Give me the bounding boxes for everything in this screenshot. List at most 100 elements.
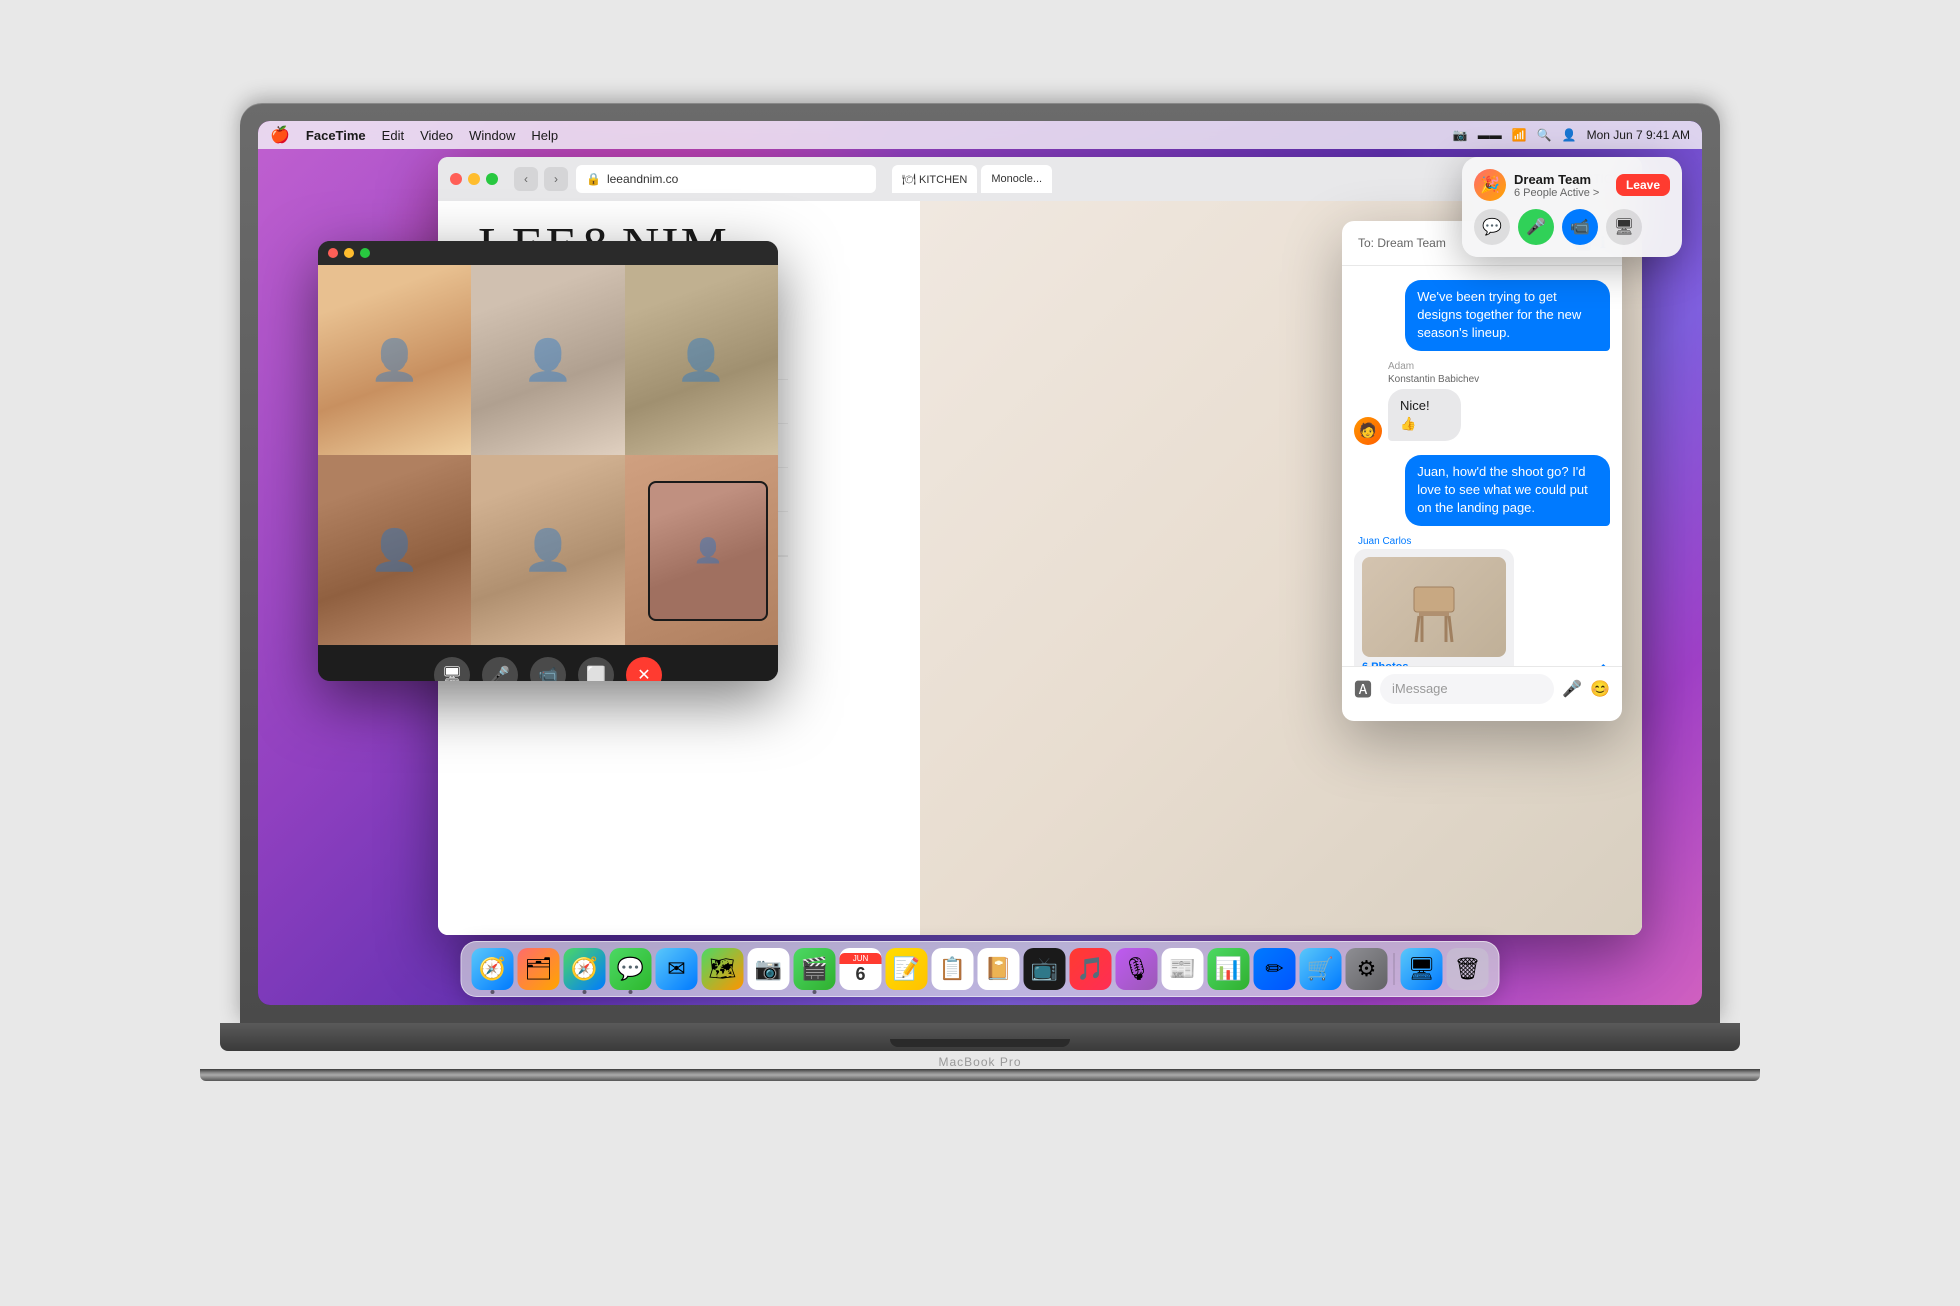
dock-finder-icon[interactable]: 🧭 — [472, 948, 514, 990]
menubar: 🍎 FaceTime Edit Video Window Help 📷 ▬▬ 📶… — [258, 121, 1702, 149]
ft-camera-button[interactable]: 📹 — [530, 657, 566, 681]
ft-close-dot[interactable] — [328, 248, 338, 258]
dock-sidecar-icon[interactable]: 🖥 — [1401, 948, 1443, 990]
dock-messages-icon[interactable]: 💬 — [610, 948, 652, 990]
widget-screen-button[interactable]: 🖥 — [1606, 209, 1642, 245]
browser-dots — [450, 173, 498, 185]
address-bar-lock-icon: 🔒 — [586, 172, 601, 186]
dock-photos-icon[interactable]: 📷 — [748, 948, 790, 990]
video-cell-1 — [318, 265, 471, 455]
dock-mail-icon[interactable]: ✉ — [656, 948, 698, 990]
messages-input-bar: 🅰 iMessage 🎤 😊 — [1342, 666, 1622, 710]
dock-separator — [1394, 953, 1395, 985]
browser-close-dot[interactable] — [450, 173, 462, 185]
dock-notes-icon[interactable]: 📝 — [886, 948, 928, 990]
ft-end-call-button[interactable]: ✕ — [626, 657, 662, 681]
menubar-video[interactable]: Video — [420, 128, 453, 143]
dock-news-icon[interactable]: 📰 — [1162, 948, 1204, 990]
messages-sender-konstantin: Konstantin Babichev — [1388, 374, 1479, 385]
widget-leave-button[interactable]: Leave — [1616, 174, 1670, 196]
ft-maximize-dot[interactable] — [360, 248, 370, 258]
ft-share-button[interactable]: ⬜ — [578, 657, 614, 681]
widget-avatar: 🎉 — [1474, 169, 1506, 201]
screen-bezel: 🍎 FaceTime Edit Video Window Help 📷 ▬▬ 📶… — [258, 121, 1702, 1005]
dock-calendar-icon[interactable]: JUN 6 — [840, 948, 882, 990]
widget-name: Dream Team — [1514, 172, 1616, 187]
browser-tab-monocle[interactable]: Monocle... — [981, 165, 1052, 193]
dock-reminders-icon[interactable]: 📋 — [932, 948, 974, 990]
ft-minimize-dot[interactable] — [344, 248, 354, 258]
menubar-left: 🍎 FaceTime Edit Video Window Help — [270, 125, 558, 145]
menubar-edit[interactable]: Edit — [382, 128, 404, 143]
ft-screen-button[interactable]: 🖥 — [434, 657, 470, 681]
facetime-window[interactable]: 🖥 🎤 📹 ⬜ ✕ — [318, 241, 778, 681]
dock-freeform-icon[interactable]: 📔 — [978, 948, 1020, 990]
messages-sent-1: We've been trying to get designs togethe… — [1354, 276, 1610, 355]
widget-message-button[interactable]: 💬 — [1474, 209, 1510, 245]
menubar-app-name[interactable]: FaceTime — [306, 128, 366, 143]
messages-sender-adam: Adam — [1388, 361, 1479, 372]
messages-share-icon[interactable]: ⬆ — [1597, 663, 1610, 667]
widget-mic-button[interactable]: 🎤 — [1518, 209, 1554, 245]
browser-maximize-dot[interactable] — [486, 173, 498, 185]
menubar-battery-icon: ▬▬ — [1478, 128, 1502, 142]
widget-top: 🎉 Dream Team 6 People Active > Leave — [1474, 169, 1670, 201]
dock-facetime-icon[interactable]: 🎬 — [794, 948, 836, 990]
facetime-header — [318, 241, 778, 265]
messages-emoji-icon[interactable]: 😊 — [1590, 679, 1610, 699]
facetime-controls: 🖥 🎤 📹 ⬜ ✕ — [318, 645, 778, 681]
dock-launchpad-icon[interactable]: 🗂 — [518, 948, 560, 990]
messages-received-row-2: Juan Carlos — [1354, 536, 1610, 667]
dock-safari-icon[interactable]: 🧭 — [564, 948, 606, 990]
macbook-notch — [890, 1039, 1070, 1047]
dock-pages-icon[interactable]: ✏ — [1254, 948, 1296, 990]
dock-trash-icon[interactable]: 🗑 — [1447, 948, 1489, 990]
dock-appstore-icon[interactable]: 🛒 — [1300, 948, 1342, 990]
messages-photo-label: 6 Photos — [1362, 661, 1506, 667]
messages-recipient: Dream Team — [1377, 236, 1445, 250]
menubar-help[interactable]: Help — [531, 128, 558, 143]
messages-photo-card[interactable]: 6 Photos — [1354, 549, 1514, 667]
video-cell-2 — [471, 265, 624, 455]
browser-tabs: 🍽 KITCHEN Monocle... — [892, 165, 1052, 193]
apple-logo-icon[interactable]: 🍎 — [270, 125, 290, 145]
video-cell-5 — [471, 455, 624, 645]
menubar-search-icon[interactable]: 🔍 — [1537, 128, 1552, 142]
dock-music-icon[interactable]: 🎵 — [1070, 948, 1112, 990]
browser-nav: ‹ › — [514, 167, 568, 191]
video-cell-4 — [318, 455, 471, 645]
browser-minimize-dot[interactable] — [468, 173, 480, 185]
dock-numbers-icon[interactable]: 📊 — [1208, 948, 1250, 990]
messages-audio-icon[interactable]: 🎤 — [1562, 679, 1582, 699]
widget-subtitle: 6 People Active > — [1514, 187, 1616, 199]
messages-input-field[interactable]: iMessage — [1380, 674, 1554, 704]
messages-apps-icon[interactable]: 🅰 — [1354, 676, 1372, 702]
facetime-widget[interactable]: 🎉 Dream Team 6 People Active > Leave 💬 🎤… — [1462, 157, 1682, 257]
dock-systemprefs-icon[interactable]: ⚙ — [1346, 948, 1388, 990]
macbook-outer: 🍎 FaceTime Edit Video Window Help 📷 ▬▬ 📶… — [240, 103, 1720, 1203]
dock-maps-icon[interactable]: 🗺 — [702, 948, 744, 990]
menubar-user-icon: 👤 — [1562, 128, 1577, 142]
menubar-window[interactable]: Window — [469, 128, 515, 143]
address-bar-url: leeandnim.co — [607, 172, 678, 186]
messages-body: We've been trying to get designs togethe… — [1342, 266, 1622, 666]
messages-received-row-1: 🧑 Adam Konstantin Babichev Nice! 👍 — [1354, 361, 1610, 445]
address-bar[interactable]: 🔒 leeandnim.co — [576, 165, 876, 193]
dock-podcasts-icon[interactable]: 🎙 — [1116, 948, 1158, 990]
menubar-camera-icon: 📷 — [1453, 128, 1468, 142]
messages-bubble-sent-1: We've been trying to get designs togethe… — [1405, 280, 1610, 351]
dock-appletv-icon[interactable]: 📺 — [1024, 948, 1066, 990]
browser-forward-button[interactable]: › — [544, 167, 568, 191]
messages-bubble-received-1: Nice! 👍 — [1388, 389, 1461, 441]
chair-svg — [1404, 577, 1464, 647]
messages-window: To: Dream Team 📹 ℹ We've been trying to … — [1342, 221, 1622, 721]
browser-back-button[interactable]: ‹ — [514, 167, 538, 191]
menubar-time: Mon Jun 7 9:41 AM — [1587, 128, 1690, 142]
messages-photo-img — [1362, 557, 1506, 657]
macbook-lid: 🍎 FaceTime Edit Video Window Help 📷 ▬▬ 📶… — [240, 103, 1720, 1023]
widget-video-button[interactable]: 📹 — [1562, 209, 1598, 245]
video-cell-3 — [625, 265, 778, 455]
ft-mic-button[interactable]: 🎤 — [482, 657, 518, 681]
menubar-wifi-icon: 📶 — [1512, 128, 1527, 142]
browser-tab-kitchen[interactable]: 🍽 KITCHEN — [892, 165, 977, 193]
